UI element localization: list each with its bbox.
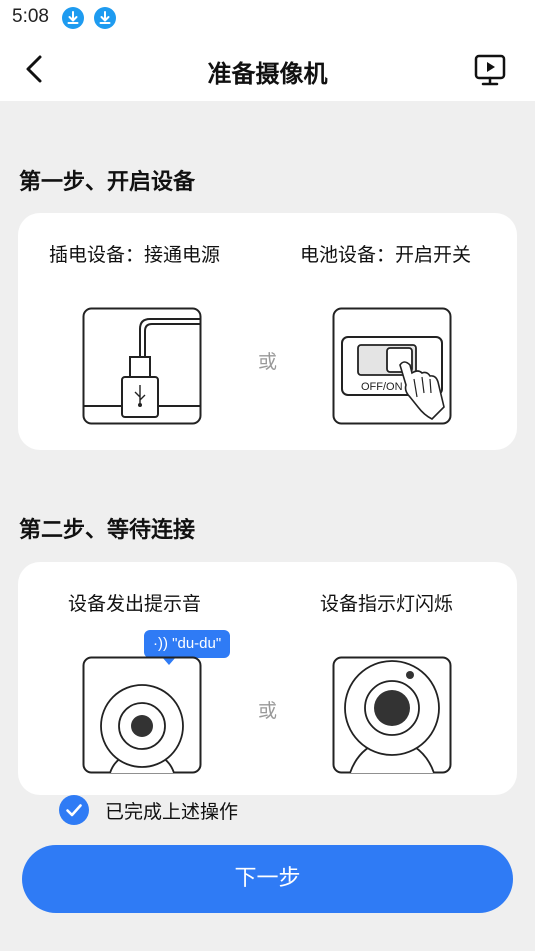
status-bar: 5:08 <box>0 0 535 38</box>
checkmark-icon <box>66 804 82 817</box>
camera-light-illustration <box>332 656 452 774</box>
battery-switch-illustration: OFF/ON <box>332 307 452 425</box>
sound-wave-icon: ·)) <box>153 635 168 652</box>
confirm-checkbox[interactable] <box>59 795 89 825</box>
plug-in-label: 插电设备：接通电源 <box>49 244 221 266</box>
step2-card: 设备发出提示音 设备指示灯闪烁 或 ·)) "du-du" <box>18 562 517 795</box>
download-icon <box>62 7 84 29</box>
sound-bubble: ·)) "du-du" <box>144 630 231 665</box>
step2-title: 第二步、等待连接 <box>19 518 196 543</box>
next-step-button[interactable]: 下一步 <box>22 845 513 913</box>
header-bar: 准备摄像机 <box>0 38 535 101</box>
step1-card: 插电设备：接通电源 电池设备：开启开关 或 OFF/ON <box>18 213 517 450</box>
download-icon <box>94 7 116 29</box>
or-text: 或 <box>258 700 278 722</box>
switch-off-on-text: OFF/ON <box>361 381 403 393</box>
power-plug-illustration <box>82 307 202 425</box>
camera-sound-illustration <box>82 656 202 774</box>
light-label: 设备指示灯闪烁 <box>320 593 454 615</box>
sound-label: 设备发出提示音 <box>68 593 202 615</box>
video-tutorial-icon <box>474 54 506 86</box>
confirm-label: 已完成上述操作 <box>105 801 239 823</box>
page-title: 准备摄像机 <box>207 60 328 88</box>
video-tutorial-button[interactable] <box>472 52 508 88</box>
sound-bubble-text: "du-du" <box>172 635 222 652</box>
status-time: 5:08 <box>12 6 49 27</box>
or-text: 或 <box>258 351 278 373</box>
battery-label: 电池设备：开启开关 <box>300 244 472 266</box>
step1-title: 第一步、开启设备 <box>19 170 196 195</box>
